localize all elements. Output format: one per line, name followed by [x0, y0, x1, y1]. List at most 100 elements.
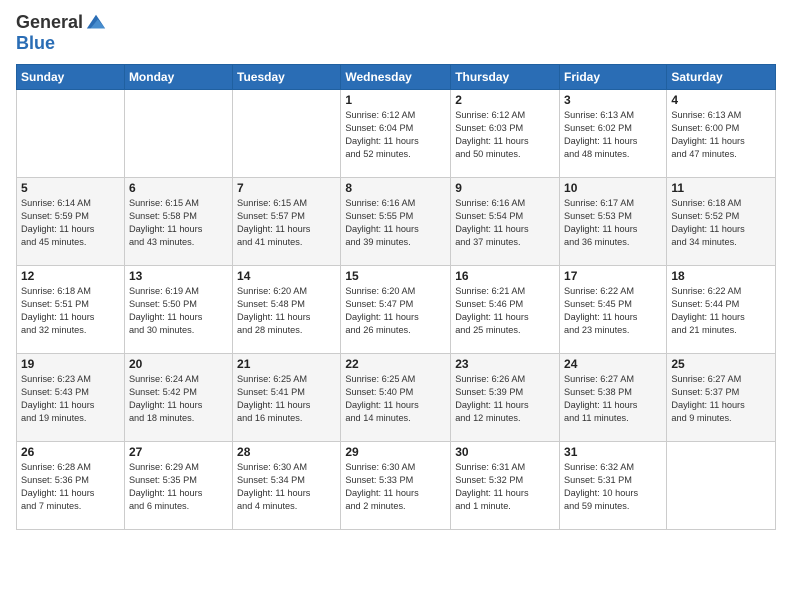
day-number: 30	[455, 445, 555, 459]
calendar-cell: 11 Sunrise: 6:18 AM Sunset: 5:52 PM Dayli…	[667, 178, 776, 266]
day-number: 31	[564, 445, 662, 459]
day-info: Sunrise: 6:25 AM Sunset: 5:41 PM Dayligh…	[237, 373, 336, 425]
day-info: Sunrise: 6:30 AM Sunset: 5:33 PM Dayligh…	[345, 461, 446, 513]
day-number: 2	[455, 93, 555, 107]
day-info: Sunrise: 6:13 AM Sunset: 6:00 PM Dayligh…	[671, 109, 771, 161]
calendar-cell: 21Sunrise: 6:25 AM Sunset: 5:41 PM Dayli…	[233, 354, 341, 442]
day-info: Sunrise: 6:12 AM Sunset: 6:03 PM Dayligh…	[455, 109, 555, 161]
calendar-cell: 5 Sunrise: 6:14 AM Sunset: 5:59 PM Daylig…	[17, 178, 125, 266]
day-number: 26	[21, 445, 120, 459]
day-number: 7	[237, 181, 336, 195]
logo-blue: Blue	[16, 33, 55, 53]
day-info: Sunrise: 6:31 AM Sunset: 5:32 PM Dayligh…	[455, 461, 555, 513]
calendar-cell: 17 Sunrise: 6:22 AM Sunset: 5:45 PM Dayli…	[560, 266, 667, 354]
calendar-week-row: 19 Sunrise: 6:23 AM Sunset: 5:43 PM Dayli…	[17, 354, 776, 442]
weekday-header: Friday	[560, 65, 667, 90]
weekday-header: Thursday	[451, 65, 560, 90]
weekday-header: Monday	[124, 65, 232, 90]
calendar-cell: 16 Sunrise: 6:21 AM Sunset: 5:46 PM Dayli…	[451, 266, 560, 354]
calendar-cell: 22 Sunrise: 6:25 AM Sunset: 5:40 PM Dayli…	[341, 354, 451, 442]
day-number: 10	[564, 181, 662, 195]
day-number: 19	[21, 357, 120, 371]
day-number: 22	[345, 357, 446, 371]
calendar-cell	[667, 442, 776, 530]
calendar-cell	[17, 90, 125, 178]
calendar-cell: 8Sunrise: 6:16 AM Sunset: 5:55 PM Daylig…	[341, 178, 451, 266]
day-number: 12	[21, 269, 120, 283]
day-info: Sunrise: 6:18 AM Sunset: 5:52 PM Dayligh…	[671, 197, 771, 249]
day-number: 16	[455, 269, 555, 283]
day-info: Sunrise: 6:26 AM Sunset: 5:39 PM Dayligh…	[455, 373, 555, 425]
day-number: 27	[129, 445, 228, 459]
calendar-cell: 12 Sunrise: 6:18 AM Sunset: 5:51 PM Dayli…	[17, 266, 125, 354]
calendar-cell: 1Sunrise: 6:12 AM Sunset: 6:04 PM Daylig…	[341, 90, 451, 178]
calendar-cell: 2 Sunrise: 6:12 AM Sunset: 6:03 PM Daylig…	[451, 90, 560, 178]
day-info: Sunrise: 6:22 AM Sunset: 5:45 PM Dayligh…	[564, 285, 662, 337]
day-info: Sunrise: 6:18 AM Sunset: 5:51 PM Dayligh…	[21, 285, 120, 337]
calendar-week-row: 1Sunrise: 6:12 AM Sunset: 6:04 PM Daylig…	[17, 90, 776, 178]
calendar-cell: 30 Sunrise: 6:31 AM Sunset: 5:32 PM Dayli…	[451, 442, 560, 530]
logo-general: General	[16, 13, 83, 33]
day-info: Sunrise: 6:14 AM Sunset: 5:59 PM Dayligh…	[21, 197, 120, 249]
weekday-header: Tuesday	[233, 65, 341, 90]
day-number: 17	[564, 269, 662, 283]
day-info: Sunrise: 6:29 AM Sunset: 5:35 PM Dayligh…	[129, 461, 228, 513]
calendar-cell: 31 Sunrise: 6:32 AM Sunset: 5:31 PM Dayli…	[560, 442, 667, 530]
day-number: 24	[564, 357, 662, 371]
day-number: 11	[671, 181, 771, 195]
day-number: 9	[455, 181, 555, 195]
day-info: Sunrise: 6:15 AM Sunset: 5:57 PM Dayligh…	[237, 197, 336, 249]
day-info: Sunrise: 6:32 AM Sunset: 5:31 PM Dayligh…	[564, 461, 662, 513]
day-number: 18	[671, 269, 771, 283]
day-info: Sunrise: 6:15 AM Sunset: 5:58 PM Dayligh…	[129, 197, 228, 249]
header: General Blue	[16, 12, 776, 54]
day-info: Sunrise: 6:21 AM Sunset: 5:46 PM Dayligh…	[455, 285, 555, 337]
day-number: 28	[237, 445, 336, 459]
calendar-cell: 26 Sunrise: 6:28 AM Sunset: 5:36 PM Dayli…	[17, 442, 125, 530]
weekday-header: Sunday	[17, 65, 125, 90]
calendar-week-row: 26 Sunrise: 6:28 AM Sunset: 5:36 PM Dayli…	[17, 442, 776, 530]
day-number: 13	[129, 269, 228, 283]
day-number: 23	[455, 357, 555, 371]
day-number: 14	[237, 269, 336, 283]
weekday-header: Saturday	[667, 65, 776, 90]
day-info: Sunrise: 6:22 AM Sunset: 5:44 PM Dayligh…	[671, 285, 771, 337]
day-number: 6	[129, 181, 228, 195]
day-number: 25	[671, 357, 771, 371]
day-number: 20	[129, 357, 228, 371]
day-info: Sunrise: 6:23 AM Sunset: 5:43 PM Dayligh…	[21, 373, 120, 425]
calendar-cell: 13 Sunrise: 6:19 AM Sunset: 5:50 PM Dayli…	[124, 266, 232, 354]
day-info: Sunrise: 6:19 AM Sunset: 5:50 PM Dayligh…	[129, 285, 228, 337]
calendar-cell: 25Sunrise: 6:27 AM Sunset: 5:37 PM Dayli…	[667, 354, 776, 442]
calendar-cell: 27 Sunrise: 6:29 AM Sunset: 5:35 PM Dayli…	[124, 442, 232, 530]
calendar-cell: 15Sunrise: 6:20 AM Sunset: 5:47 PM Dayli…	[341, 266, 451, 354]
day-number: 4	[671, 93, 771, 107]
calendar-cell: 23 Sunrise: 6:26 AM Sunset: 5:39 PM Dayli…	[451, 354, 560, 442]
day-info: Sunrise: 6:13 AM Sunset: 6:02 PM Dayligh…	[564, 109, 662, 161]
calendar-week-row: 5 Sunrise: 6:14 AM Sunset: 5:59 PM Daylig…	[17, 178, 776, 266]
day-info: Sunrise: 6:16 AM Sunset: 5:54 PM Dayligh…	[455, 197, 555, 249]
day-number: 5	[21, 181, 120, 195]
calendar-cell: 14Sunrise: 6:20 AM Sunset: 5:48 PM Dayli…	[233, 266, 341, 354]
calendar-cell: 9 Sunrise: 6:16 AM Sunset: 5:54 PM Daylig…	[451, 178, 560, 266]
day-info: Sunrise: 6:27 AM Sunset: 5:38 PM Dayligh…	[564, 373, 662, 425]
day-info: Sunrise: 6:20 AM Sunset: 5:47 PM Dayligh…	[345, 285, 446, 337]
calendar-cell: 20Sunrise: 6:24 AM Sunset: 5:42 PM Dayli…	[124, 354, 232, 442]
calendar-cell: 18 Sunrise: 6:22 AM Sunset: 5:44 PM Dayli…	[667, 266, 776, 354]
day-info: Sunrise: 6:30 AM Sunset: 5:34 PM Dayligh…	[237, 461, 336, 513]
weekday-header: Wednesday	[341, 65, 451, 90]
day-number: 8	[345, 181, 446, 195]
calendar-cell: 10Sunrise: 6:17 AM Sunset: 5:53 PM Dayli…	[560, 178, 667, 266]
calendar-week-row: 12 Sunrise: 6:18 AM Sunset: 5:51 PM Dayli…	[17, 266, 776, 354]
day-info: Sunrise: 6:25 AM Sunset: 5:40 PM Dayligh…	[345, 373, 446, 425]
logo-icon	[85, 12, 107, 34]
calendar-cell	[124, 90, 232, 178]
calendar-cell: 3Sunrise: 6:13 AM Sunset: 6:02 PM Daylig…	[560, 90, 667, 178]
calendar-cell: 6 Sunrise: 6:15 AM Sunset: 5:58 PM Daylig…	[124, 178, 232, 266]
calendar-cell: 28 Sunrise: 6:30 AM Sunset: 5:34 PM Dayli…	[233, 442, 341, 530]
calendar-cell: 7 Sunrise: 6:15 AM Sunset: 5:57 PM Daylig…	[233, 178, 341, 266]
calendar-header-row: SundayMondayTuesdayWednesdayThursdayFrid…	[17, 65, 776, 90]
day-info: Sunrise: 6:28 AM Sunset: 5:36 PM Dayligh…	[21, 461, 120, 513]
day-number: 29	[345, 445, 446, 459]
page: General Blue SundayMondayTuesdayWednesda…	[0, 0, 792, 612]
